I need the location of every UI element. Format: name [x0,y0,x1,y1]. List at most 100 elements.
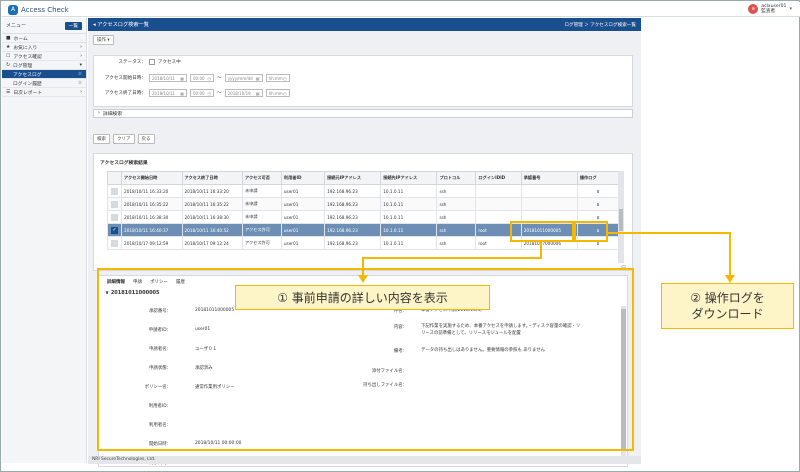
table-cell: 2018/10/11 16:40:37 [121,223,183,237]
table-cell [520,184,578,198]
user-menu[interactable]: a aclxuser01 監査者 ▾ [748,4,792,14]
table-cell: 2018/10/17 09:12:24 [181,236,244,250]
start-time-to[interactable]: hh:mm ◷ [265,74,290,82]
column-header[interactable]: 接続元IPアドレス [324,171,382,185]
title-bar: ◂ アクセスログ検索一覧 ログ管理 ＞ アクセスログ検索一覧 [88,18,641,31]
app-name: Access Check [21,6,69,14]
column-header[interactable]: アクセス可否 [242,171,282,185]
end-date-from[interactable]: 2018/10/11 ▦ [149,89,187,97]
sidebar-item-access-log[interactable]: アクセスログ ☆ [2,70,86,79]
breadcrumb: ログ管理 ＞ アクセスログ検索一覧 [564,22,636,28]
end-time-from[interactable]: 00:00 ◷ [190,89,214,97]
calendar-icon: ▦ [180,90,184,96]
table-cell: 2018/10/11 16:40:52 [181,223,244,237]
row-checkbox[interactable] [111,213,119,221]
clock-icon: ◷ [283,90,287,96]
column-header[interactable]: 接続先IPアドレス [380,171,438,185]
table-cell: 2018/10/11 16:33:20 [181,184,244,198]
star-outline-icon[interactable]: ☆ [78,72,82,77]
callout-detail-info: ① 事前申請の詳しい内容を表示 [235,285,490,310]
table-cell: ssh [436,210,477,224]
clear-button[interactable]: クリア [113,134,135,144]
status-label: ステータス： [118,60,146,65]
table-cell: ssh [436,197,477,211]
sidebar-item-daily-report[interactable]: ☰ 日次レポート › [2,88,86,97]
table-cell: 192.168.96.23 [324,223,382,237]
table-cell: 2018/10/11 16:35:22 [121,197,183,211]
results-scrollbar[interactable] [618,171,624,263]
download-icon[interactable]: ⬇ [576,184,620,198]
table-cell: ssh [436,223,477,237]
chevron-down-icon: ▾ [789,6,792,12]
row-checkbox[interactable] [111,187,119,195]
sidebar-item-access-check[interactable]: ☐ アクセス確認 › [2,52,86,61]
start-date-from[interactable]: 2018/10/11 ▦ [149,74,187,82]
clock-icon: ◷ [207,75,212,81]
end-date-to[interactable]: 2018/10/19 ▦ [224,89,263,97]
sidebar-item-login-history[interactable]: ログイン履歴 ☆ [2,79,86,88]
star-icon: ★ [6,44,11,50]
back-icon[interactable]: ◂ [93,22,96,28]
end-time-to[interactable]: hh:mm ◷ [265,89,290,97]
breadcrumb-log-management[interactable]: ログ管理 [564,23,582,28]
results-title: アクセスログ検索結果 [100,161,148,166]
search-button[interactable]: 検索 [93,134,110,144]
status-checkbox-label: アクセス中 [158,60,181,65]
table-cell: 192.168.96.23 [324,197,382,211]
table-cell: 未申請 [242,210,282,224]
row-checkbox[interactable]: ✓ [111,226,119,234]
user-avatar: a [748,4,759,14]
user-role: 監査者 [761,9,776,14]
column-header[interactable]: 操作ログ [576,171,620,185]
sidebar-item-home[interactable]: ■ ホーム [2,34,86,43]
table-cell: ssh [436,184,477,198]
search-form: ステータス： アクセス中 アクセス開始日時： 2018/10/11 ▦ 00:00… [93,55,633,107]
sidebar-item-favorites[interactable]: ★ お気に入り › [2,43,86,52]
footer: NRI SecureTechnologies, Ltd. [88,456,641,464]
column-header[interactable]: プロトコル [436,171,477,185]
status-checkbox[interactable] [149,59,155,65]
sidebar-item-log-management[interactable]: ↻ ログ管理 ▾ [2,61,86,70]
table-cell: 2018/10/11 16:38:30 [181,210,244,224]
row-checkbox[interactable] [111,239,119,247]
column-header[interactable]: アクセス終了日時 [181,171,244,185]
column-header[interactable]: 利用者ID [280,171,326,185]
table-cell: user01 [280,184,326,198]
chevron-down-icon: ▾ [79,62,82,68]
row-checkbox[interactable] [111,200,119,208]
table-cell: 未申請 [242,184,282,198]
approval-number-highlight [510,221,574,242]
callout-download: ② 操作ログを ダウンロード [661,283,794,329]
column-header[interactable] [107,171,123,185]
column-header[interactable]: 承認番号 [520,171,578,185]
table-cell: アクセス許可 [242,236,282,250]
table-cell: 192.168.96.23 [324,184,382,198]
report-icon: ☰ [6,89,11,95]
menu-toggle-button[interactable]: 一覧 [64,21,82,30]
column-header[interactable]: アクセス開始日時 [121,171,183,185]
results-panel: アクセスログ検索結果 アクセス開始日時 アクセス終了日時 アクセス可否 利用者ID 接続… [93,153,633,271]
start-time-from[interactable]: 00:00 ◷ [190,74,214,82]
star-outline-icon[interactable]: ☆ [78,81,82,86]
start-date-to[interactable]: yyyy/mm/dd ▦ [224,74,263,82]
home-icon: ■ [6,35,11,41]
clock-icon: ◷ [283,75,287,81]
table-cell: user01 [280,223,326,237]
back-button[interactable]: 戻る [137,134,155,144]
end-label: アクセス終了日時： [104,91,146,96]
chevron-right-icon: › [80,89,82,95]
calendar-icon: ▦ [255,75,260,81]
breadcrumb-current: アクセスログ検索一覧 [590,22,636,28]
detail-search-toggle[interactable]: › 詳細検索 [93,109,633,118]
column-header[interactable]: ログインIDID [475,171,522,185]
operations-button[interactable]: 操作 ▾ [93,35,114,45]
table-cell: 10.1.0.11 [380,184,438,198]
table-row[interactable]: 2018/10/11 16:33:20 2018/10/11 16:33:20 未申… [107,184,620,198]
arrow-head-download [725,275,735,283]
download-icon[interactable]: ⬇ [576,197,620,211]
table-cell: ssh [436,236,477,250]
table-cell: 未申請 [242,197,282,211]
table-row[interactable]: 2018/10/11 16:35:22 2018/10/11 16:35:22 未申… [107,197,620,211]
calendar-icon: ▦ [180,75,184,81]
table-cell: 10.1.0.11 [380,223,438,237]
